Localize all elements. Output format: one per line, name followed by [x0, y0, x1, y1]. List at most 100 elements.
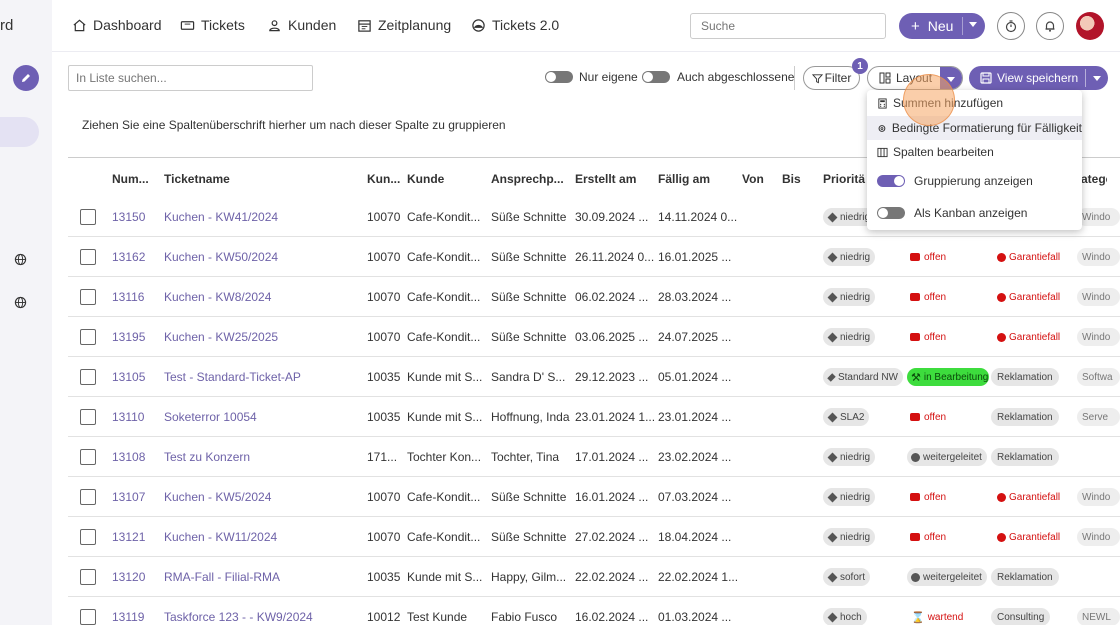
- global-search-input[interactable]: [690, 13, 886, 39]
- ticket-name-link[interactable]: Test - Standard-Ticket-AP: [164, 370, 359, 384]
- ticket-name-link[interactable]: Test zu Konzern: [164, 450, 359, 464]
- column-header-number[interactable]: Num...: [112, 172, 149, 186]
- ticket-number[interactable]: 13119: [112, 610, 152, 624]
- ticket-name-link[interactable]: Kuchen - KW25/2025: [164, 330, 359, 344]
- list-search-input[interactable]: [68, 65, 313, 91]
- row-checkbox[interactable]: [80, 449, 96, 465]
- column-header-kundennummer[interactable]: Kun...: [367, 172, 400, 186]
- row-checkbox[interactable]: [80, 209, 96, 225]
- sidebar-title: rd: [0, 17, 14, 34]
- column-header-ticketname[interactable]: Ticketname: [164, 172, 230, 186]
- ticket-number[interactable]: 13110: [112, 410, 152, 424]
- nav-tickets-2[interactable]: Tickets 2.0: [471, 17, 559, 33]
- ticket-number[interactable]: 13107: [112, 490, 152, 504]
- customer-name: Cafe-Kondit...: [407, 290, 481, 304]
- column-header-faellig[interactable]: Fällig am: [658, 172, 710, 186]
- category-extra: Windo: [1077, 208, 1120, 226]
- ticket-name-link[interactable]: Taskforce 123 - - KW9/2024: [164, 610, 359, 624]
- notifications-button[interactable]: [1036, 12, 1064, 40]
- layout-button[interactable]: Layout: [867, 66, 963, 90]
- table-row[interactable]: 13162 Kuchen - KW50/2024 10070 Cafe-Kondit.…: [68, 237, 1120, 277]
- group-drop-zone[interactable]: Ziehen Sie eine Spaltenüberschrift hierh…: [82, 118, 506, 132]
- menu-toggle-grouping[interactable]: Gruppierung anzeigen: [867, 169, 1082, 193]
- toggle-closed[interactable]: [642, 71, 670, 83]
- ticket-number[interactable]: 13195: [112, 330, 152, 344]
- table-row[interactable]: 13195 Kuchen - KW25/2025 10070 Cafe-Kondit.…: [68, 317, 1120, 357]
- priority-badge: niedrig: [823, 328, 876, 346]
- menu-toggle-kanban[interactable]: Als Kanban anzeigen: [867, 201, 1082, 225]
- status-icon: [910, 293, 920, 301]
- nav-dashboard[interactable]: Dashboard: [72, 17, 162, 33]
- priority-label: SLA2: [840, 411, 865, 423]
- edit-button[interactable]: [13, 65, 39, 91]
- column-header-bis[interactable]: Bis: [782, 172, 801, 186]
- globe-icon[interactable]: [14, 253, 27, 266]
- created-date: 30.09.2024 ...: [575, 210, 649, 224]
- toggle-switch[interactable]: [877, 207, 905, 219]
- layout-icon: [879, 72, 891, 84]
- row-checkbox[interactable]: [80, 529, 96, 545]
- status-label: weitergeleitet: [923, 571, 982, 583]
- ticket-name-link[interactable]: Kuchen - KW5/2024: [164, 490, 359, 504]
- nav-tickets[interactable]: Tickets: [180, 17, 245, 33]
- ticket-number[interactable]: 13121: [112, 530, 152, 544]
- ticket-number[interactable]: 13105: [112, 370, 152, 384]
- row-checkbox[interactable]: [80, 409, 96, 425]
- table-row[interactable]: 13108 Test zu Konzern 171... Tochter Kon...…: [68, 437, 1120, 477]
- nav-zeitplanung[interactable]: Zeitplanung: [357, 17, 451, 33]
- new-button[interactable]: + Neu: [899, 13, 985, 39]
- nav-kunden[interactable]: Kunden: [267, 17, 336, 33]
- table-row[interactable]: 13120 RMA-Fall - Filial-RMA 10035 Kunde mit…: [68, 557, 1120, 597]
- table-row[interactable]: 13121 Kuchen - KW11/2024 10070 Cafe-Kondit.…: [68, 517, 1120, 557]
- sidebar-active-item[interactable]: [0, 117, 39, 147]
- ticket-number[interactable]: 13120: [112, 570, 152, 584]
- table-row[interactable]: 13116 Kuchen - KW8/2024 10070 Cafe-Kondit..…: [68, 277, 1120, 317]
- toggle-own[interactable]: [545, 71, 573, 83]
- ticket-name-link[interactable]: Kuchen - KW41/2024: [164, 210, 359, 224]
- table-row[interactable]: 13110 Soketerror 10054 10035 Kunde mit S...…: [68, 397, 1120, 437]
- save-view-button[interactable]: View speichern: [969, 66, 1108, 90]
- row-checkbox[interactable]: [80, 329, 96, 345]
- table-row[interactable]: 13107 Kuchen - KW5/2024 10070 Cafe-Kondit..…: [68, 477, 1120, 517]
- ticket-name-link[interactable]: Kuchen - KW11/2024: [164, 530, 359, 544]
- ticket-number[interactable]: 13108: [112, 450, 152, 464]
- toggle-switch[interactable]: [877, 175, 905, 187]
- priority-diamond-icon: [827, 532, 838, 542]
- ticket-name-link[interactable]: Kuchen - KW50/2024: [164, 250, 359, 264]
- menu-item-conditional-formatting[interactable]: Bedingte Formatierung für Fälligkeit: [867, 116, 1082, 140]
- row-checkbox[interactable]: [80, 489, 96, 505]
- top-navigation: Dashboard Tickets Kunden Zeitplanung Tic…: [52, 0, 1120, 52]
- column-header-erstellt[interactable]: Erstellt am: [575, 172, 636, 186]
- ticket-name-link[interactable]: Kuchen - KW8/2024: [164, 290, 359, 304]
- chevron-down-icon[interactable]: [969, 22, 977, 27]
- category-extra: Windo: [1077, 328, 1120, 346]
- menu-item-edit-columns[interactable]: Spalten bearbeiten: [867, 140, 1082, 164]
- chevron-down-icon[interactable]: [1093, 76, 1101, 81]
- globe-icon[interactable]: [14, 296, 27, 309]
- menu-item-add-sums[interactable]: Summen hinzufügen: [867, 91, 1082, 115]
- ticket-name-link[interactable]: Soketerror 10054: [164, 410, 359, 424]
- ticket-number[interactable]: 13162: [112, 250, 152, 264]
- row-checkbox[interactable]: [80, 609, 96, 625]
- table-row[interactable]: 13119 Taskforce 123 - - KW9/2024 10012 Test…: [68, 597, 1120, 625]
- timer-button[interactable]: [997, 12, 1025, 40]
- row-checkbox[interactable]: [80, 569, 96, 585]
- avatar[interactable]: [1076, 12, 1104, 40]
- column-header-prioritaet[interactable]: Prioritä: [823, 172, 865, 186]
- column-header-ansprechpartner[interactable]: Ansprechp...: [491, 172, 564, 186]
- row-checkbox[interactable]: [80, 249, 96, 265]
- category-badge: Reklamation: [991, 568, 1059, 586]
- priority-label: niedrig: [840, 491, 871, 503]
- layout-dropdown-toggle[interactable]: [940, 67, 962, 89]
- ticket-number[interactable]: 13116: [112, 290, 152, 304]
- wrench-icon: ⚒: [911, 371, 921, 384]
- filter-button[interactable]: Filter: [803, 66, 860, 90]
- column-header-von[interactable]: Von: [742, 172, 764, 186]
- column-header-kategorie[interactable]: ategc: [1081, 172, 1107, 186]
- table-row[interactable]: 13105 Test - Standard-Ticket-AP 10035 Kunde…: [68, 357, 1120, 397]
- row-checkbox[interactable]: [80, 289, 96, 305]
- column-header-kunde[interactable]: Kunde: [407, 172, 444, 186]
- ticket-name-link[interactable]: RMA-Fall - Filial-RMA: [164, 570, 359, 584]
- ticket-number[interactable]: 13150: [112, 210, 152, 224]
- row-checkbox[interactable]: [80, 369, 96, 385]
